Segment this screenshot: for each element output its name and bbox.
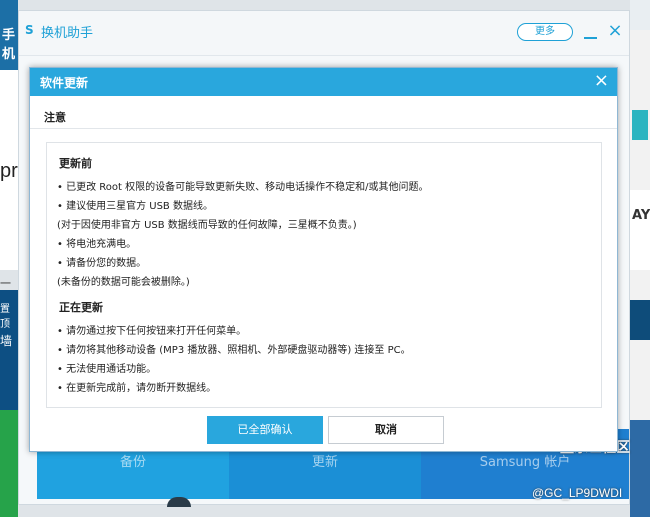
list-item: • 无法使用通话功能。 <box>57 364 157 375</box>
dialog-title: 软件更新 <box>40 76 89 90</box>
software-update-dialog: 软件更新 × 注意 更新前 • 已更改 Root 权限的设备可能导致更新失败、移… <box>29 67 618 452</box>
notice-heading: 注意 <box>44 111 66 124</box>
background-block <box>632 110 648 140</box>
list-item: • 在更新完成前，请勿断开数据线。 <box>57 383 217 394</box>
background-block <box>630 300 650 340</box>
more-button[interactable]: 更多 <box>517 23 573 41</box>
list-item: • 建议使用三星官方 USB 数据线。 <box>57 201 213 212</box>
background-panel-left-green <box>0 410 18 517</box>
tile-label: 备份 <box>119 455 146 470</box>
app-logo-icon: S <box>25 23 34 37</box>
background-block <box>630 420 650 517</box>
background-block: AY <box>630 190 650 270</box>
close-icon[interactable]: × <box>607 21 623 41</box>
minimize-icon[interactable] <box>583 23 597 41</box>
list-item: (对于因使用非官方 USB 数据线而导致的任何故障，三星概不负责。) <box>57 220 357 231</box>
background-text: pr <box>0 160 18 182</box>
background-panel-left-white: pr 一 <box>0 70 18 290</box>
dialog-header: 软件更新 × <box>30 68 617 96</box>
background-text: 置顶 <box>0 304 10 330</box>
background-panel-left-dark: 置顶 墙 <box>0 290 18 410</box>
background-panel-left: 手机 <box>0 0 18 70</box>
section-title-during-update: 正在更新 <box>59 301 103 314</box>
list-item: • 将电池充满电。 <box>57 239 137 250</box>
background-panel-right: AY <box>630 0 650 517</box>
app-titlebar: S 换机助手 更多 × <box>19 11 629 56</box>
app-title: 换机助手 <box>41 26 94 41</box>
play-icon <box>167 497 191 507</box>
background-text: 手机 <box>2 28 16 62</box>
confirm-all-button[interactable]: 已全部确认 <box>207 416 323 444</box>
background-text: 一 <box>0 277 11 290</box>
tile-label: 更新 <box>311 455 338 470</box>
list-item: • 请备份您的数据。 <box>57 258 147 269</box>
watermark-user: @GC_LP9DWDI <box>532 486 623 500</box>
background-text: 墙 <box>0 334 13 348</box>
notice-content: 更新前 • 已更改 Root 权限的设备可能导致更新失败、移动电话操作不稳定和/… <box>46 142 602 408</box>
list-item: • 请勿通过按下任何按钮来打开任何菜单。 <box>57 326 247 337</box>
list-item: (未备份的数据可能会被删除。) <box>57 277 190 288</box>
cancel-button[interactable]: 取消 <box>328 416 444 444</box>
list-item: • 已更改 Root 权限的设备可能导致更新失败、移动电话操作不稳定和/或其他问… <box>57 182 429 193</box>
divider <box>30 128 617 129</box>
background-block <box>630 0 650 30</box>
list-item: • 请勿将其他移动设备 (MP3 播放器、照相机、外部硬盘驱动器等) 连接至 P… <box>57 345 411 356</box>
close-icon[interactable]: × <box>594 71 609 91</box>
background-text: AY <box>632 208 650 223</box>
section-title-before-update: 更新前 <box>59 157 92 170</box>
